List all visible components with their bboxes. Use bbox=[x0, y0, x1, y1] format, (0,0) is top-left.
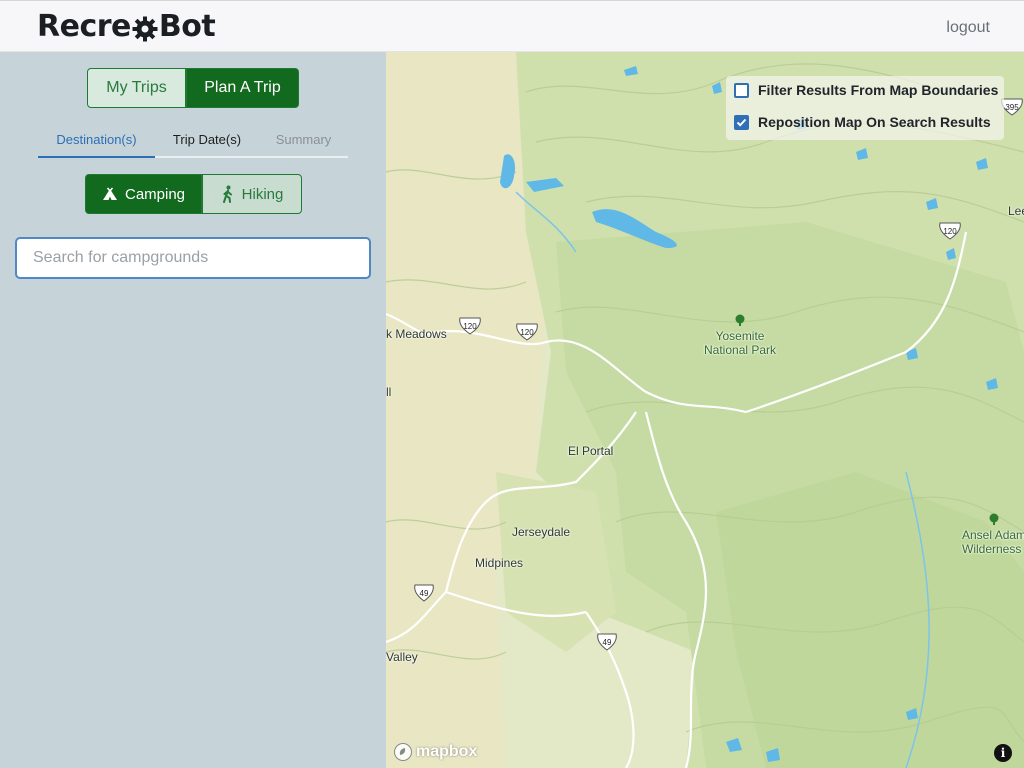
app-logo[interactable]: Recre Bot bbox=[37, 9, 216, 44]
reposition-map-label[interactable]: Reposition Map On Search Results bbox=[758, 114, 991, 130]
map-label-lee: Lee bbox=[1008, 204, 1024, 218]
tent-icon bbox=[102, 187, 117, 200]
map-label-ansel-adams: Ansel Adam Wilderness bbox=[962, 513, 1024, 556]
svg-text:120: 120 bbox=[520, 328, 534, 337]
map-filter-panel: Filter Results From Map Boundaries Repos… bbox=[726, 76, 1004, 140]
camping-label: Camping bbox=[124, 185, 186, 203]
reposition-map-checkbox[interactable] bbox=[734, 115, 749, 130]
highway-120-shield: 120 bbox=[938, 222, 962, 240]
highway-120-shield: 120 bbox=[458, 317, 482, 335]
campground-search-input[interactable] bbox=[15, 237, 371, 279]
sidebar: My Trips Plan A Trip Destination(s) Trip… bbox=[0, 52, 386, 768]
filter-map-boundaries-label[interactable]: Filter Results From Map Boundaries bbox=[758, 82, 998, 98]
map-terrain bbox=[386, 52, 1024, 768]
highway-120-shield: 120 bbox=[515, 323, 539, 341]
filter-map-boundaries-checkbox[interactable] bbox=[734, 83, 749, 98]
map-label-yosemite: Yosemite National Park bbox=[704, 314, 776, 357]
logout-link[interactable]: logout bbox=[946, 19, 990, 37]
yosemite-line1: Yosemite bbox=[715, 329, 765, 343]
ansel-line2: Wilderness bbox=[962, 542, 1022, 556]
app-header: Recre Bot logout bbox=[0, 0, 1024, 52]
trip-toggle-group: My Trips Plan A Trip bbox=[87, 68, 299, 108]
map-label-meadows: k Meadows bbox=[386, 327, 447, 341]
logo-text-right: Bot bbox=[158, 9, 216, 44]
park-tree-icon bbox=[735, 314, 745, 326]
yosemite-line2: National Park bbox=[704, 343, 777, 357]
ansel-line1: Ansel Adam bbox=[962, 528, 1024, 542]
logo-text-left: Recre bbox=[37, 9, 131, 44]
camping-button[interactable]: Camping bbox=[85, 174, 202, 214]
hiking-label: Hiking bbox=[241, 185, 284, 203]
svg-text:49: 49 bbox=[420, 589, 429, 598]
my-trips-button[interactable]: My Trips bbox=[87, 68, 186, 108]
map-label-jerseydale: Jerseydale bbox=[512, 525, 571, 539]
map-label-midpines: Midpines bbox=[475, 556, 524, 570]
activity-toggle-group: Camping Hiking bbox=[85, 174, 302, 214]
map-label-el-portal: El Portal bbox=[568, 444, 614, 458]
svg-text:49: 49 bbox=[603, 638, 612, 647]
hiker-icon bbox=[222, 185, 232, 203]
plan-a-trip-button[interactable]: Plan A Trip bbox=[186, 68, 299, 108]
mapbox-icon bbox=[394, 743, 412, 761]
hiking-button[interactable]: Hiking bbox=[202, 174, 302, 214]
park-tree-icon bbox=[989, 513, 999, 525]
svg-text:395: 395 bbox=[1005, 103, 1019, 112]
tab-destinations[interactable]: Destination(s) bbox=[38, 122, 155, 158]
highway-49-shield: 49 bbox=[412, 584, 436, 602]
plan-tabs: Destination(s) Trip Date(s) Summary bbox=[38, 122, 348, 158]
map-view[interactable]: k Meadows Yosemite National Park ll El P… bbox=[386, 52, 1024, 768]
map-label-ll: ll bbox=[386, 385, 392, 399]
svg-text:120: 120 bbox=[943, 227, 957, 236]
highway-49-shield: 49 bbox=[595, 633, 619, 651]
tab-trip-dates[interactable]: Trip Date(s) bbox=[155, 122, 259, 156]
gear-icon bbox=[132, 15, 158, 41]
checkmark-icon bbox=[736, 118, 747, 127]
svg-text:120: 120 bbox=[463, 322, 477, 331]
mapbox-text: mapbox bbox=[416, 743, 478, 760]
info-icon[interactable]: i bbox=[994, 744, 1012, 762]
tab-summary[interactable]: Summary bbox=[259, 122, 348, 156]
map-label-valley: Valley bbox=[386, 650, 418, 664]
mapbox-logo[interactable]: mapbox bbox=[393, 742, 477, 762]
